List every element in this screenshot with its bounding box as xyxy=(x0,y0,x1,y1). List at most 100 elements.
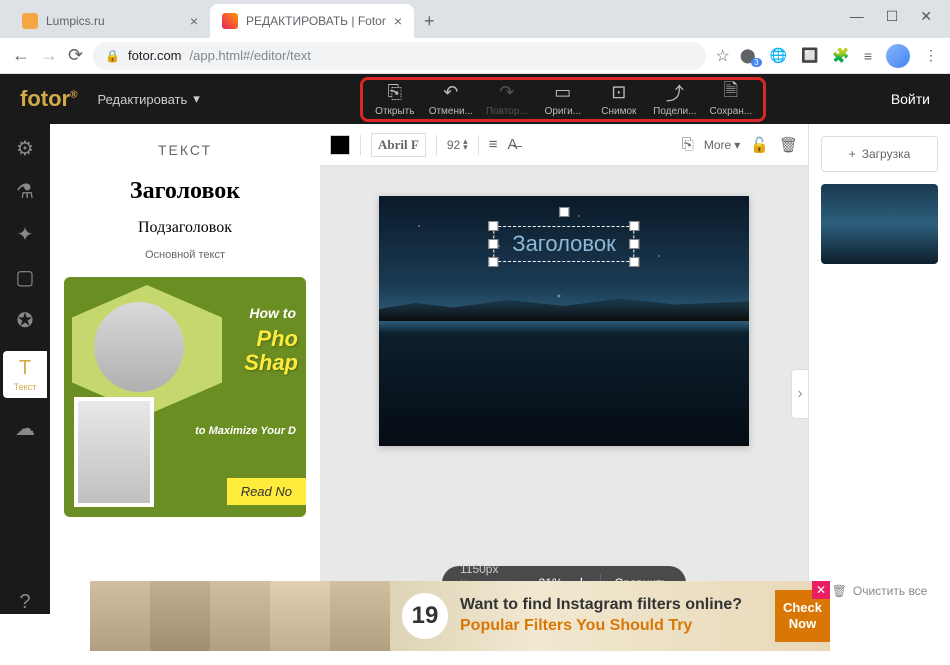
app-topbar: fotor® Редактировать▾ ⎘Открыть ↶Отмени..… xyxy=(0,74,950,124)
open-button[interactable]: ⎘Открыть xyxy=(367,82,423,117)
text-element[interactable]: Заголовок xyxy=(493,226,634,262)
login-button[interactable]: Войти xyxy=(891,91,930,107)
redo-icon: ↷ xyxy=(499,82,514,104)
context-toolbar: Abril F 92▴▾ ≡ A̶ ⎘ More▾ 🔓 🗑 xyxy=(320,124,808,166)
sidebar-help[interactable]: ? xyxy=(19,591,30,614)
browser-tabs: Lumpics.ru × РЕДАКТИРОВАТЬ | Fotor × + xyxy=(0,0,950,38)
resize-handle[interactable] xyxy=(630,221,640,231)
minimize-button[interactable]: — xyxy=(850,8,864,25)
edit-dropdown[interactable]: Редактировать▾ xyxy=(97,91,199,107)
tab-lumpics[interactable]: Lumpics.ru × xyxy=(10,4,210,38)
add-body-text-button[interactable]: Основной текст xyxy=(64,249,306,261)
url-input[interactable]: 🔒 fotor.com/app.html#/editor/text xyxy=(93,42,705,70)
open-icon: ⎘ xyxy=(388,82,402,104)
close-icon[interactable]: × xyxy=(190,13,198,29)
snapshot-icon: ⊡ xyxy=(611,82,626,104)
ad-text: Want to find Instagram filters online? P… xyxy=(460,595,775,637)
plus-icon: + xyxy=(849,147,856,161)
chevron-down-icon: ▾ xyxy=(193,91,200,107)
image-thumbnail[interactable] xyxy=(821,184,938,264)
sidebar-adjust[interactable]: ⚙ xyxy=(16,136,34,161)
expand-panel-button[interactable]: › xyxy=(791,369,809,419)
rotate-handle[interactable] xyxy=(559,207,569,217)
text-color-swatch[interactable] xyxy=(330,135,350,155)
canvas-area: Abril F 92▴▾ ≡ A̶ ⎘ More▾ 🔓 🗑 Заголовок xyxy=(320,124,808,614)
sidebar-stickers[interactable]: ✪ xyxy=(17,308,34,333)
sidebar-frames[interactable]: ▢ xyxy=(16,265,35,290)
text-template-promo[interactable]: How to PhoShap to Maximize Your D Read N… xyxy=(64,277,306,517)
ext-icon-3[interactable]: 🔲 xyxy=(801,47,818,64)
promo-image xyxy=(94,302,184,392)
menu-icon[interactable]: ⋮ xyxy=(924,47,938,64)
new-tab-button[interactable]: + xyxy=(414,11,445,32)
window-controls: — ☐ ✕ xyxy=(832,0,950,33)
snapshot-button[interactable]: ⊡Снимок xyxy=(591,82,647,117)
share-icon: ⤴ xyxy=(666,82,684,104)
original-button[interactable]: ▭Ориги... xyxy=(535,82,591,117)
extension-icons: ⬤3 🌐 🔲 🧩 ≡ ⋮ xyxy=(740,44,938,68)
sidebar-effects[interactable]: ⚗ xyxy=(16,179,34,204)
font-size-stepper[interactable]: 92▴▾ xyxy=(447,138,468,152)
canvas-viewport[interactable]: Заголовок xyxy=(320,166,808,614)
copy-icon[interactable]: ⎘ xyxy=(682,136,694,153)
resize-handle[interactable] xyxy=(488,257,498,267)
ext-icon-5[interactable]: ≡ xyxy=(864,48,872,64)
bookmark-star-icon[interactable]: ☆ xyxy=(716,46,730,66)
extensions-icon[interactable]: 🧩 xyxy=(832,47,849,64)
maximize-button[interactable]: ☐ xyxy=(886,8,899,25)
tab-fotor[interactable]: РЕДАКТИРОВАТЬ | Fotor × xyxy=(210,4,414,38)
share-button[interactable]: ⤴Подели... xyxy=(647,82,703,117)
promo-text: to Maximize Your D xyxy=(195,425,296,437)
ad-number: 19 xyxy=(402,593,448,639)
sidebar-beauty[interactable]: ✦ xyxy=(17,222,34,247)
ad-close-button[interactable]: ✕ xyxy=(812,581,830,599)
clear-all-button[interactable]: 🗑Очистить все xyxy=(821,584,938,602)
favicon-icon xyxy=(22,13,38,29)
save-button[interactable]: 🗎Сохран... xyxy=(703,82,759,117)
undo-button[interactable]: ↶Отмени... xyxy=(423,82,479,117)
address-bar: ← → ⟳ 🔒 fotor.com/app.html#/editor/text … xyxy=(0,38,950,74)
file-toolbar: ⎘Открыть ↶Отмени... ↷Повтор... ▭Ориги...… xyxy=(360,77,766,122)
add-heading-button[interactable]: Заголовок xyxy=(64,178,306,205)
back-button[interactable]: ← xyxy=(12,45,30,66)
ext-icon-2[interactable]: 🌐 xyxy=(770,47,787,64)
ad-banner[interactable]: 19 Want to find Instagram filters online… xyxy=(90,581,830,651)
more-button[interactable]: More▾ xyxy=(704,138,740,152)
redo-button[interactable]: ↷Повтор... xyxy=(479,82,535,117)
reload-button[interactable]: ⟳ xyxy=(68,45,83,66)
promo-read-button[interactable]: Read No xyxy=(227,478,306,505)
close-icon[interactable]: × xyxy=(394,13,402,29)
close-window-button[interactable]: ✕ xyxy=(920,8,932,25)
delete-icon[interactable]: 🗑 xyxy=(779,136,798,154)
resize-handle[interactable] xyxy=(630,257,640,267)
align-icon[interactable]: ≡ xyxy=(489,136,498,153)
panel-title: ТЕКСТ xyxy=(64,142,306,158)
promo-image-2 xyxy=(74,397,154,507)
profile-avatar[interactable] xyxy=(886,44,910,68)
text-style-icon[interactable]: A̶ xyxy=(507,136,517,153)
save-icon: 🗎 xyxy=(724,82,738,104)
ext-icon-1[interactable]: ⬤3 xyxy=(740,47,756,64)
ad-images xyxy=(90,581,390,651)
url-path: /app.html#/editor/text xyxy=(190,48,311,63)
tab-title: Lumpics.ru xyxy=(46,14,182,28)
sidebar-text[interactable]: TТекст xyxy=(3,351,47,398)
left-sidebar: ⚙ ⚗ ✦ ▢ ✪ TТекст ☁ ? xyxy=(0,124,50,614)
sidebar-cloud[interactable]: ☁ xyxy=(15,416,35,441)
upload-button[interactable]: +Загрузка xyxy=(821,136,938,172)
canvas-image[interactable]: Заголовок xyxy=(379,196,749,446)
tab-title: РЕДАКТИРОВАТЬ | Fotor xyxy=(246,14,386,28)
favicon-icon xyxy=(222,13,238,29)
forward-button[interactable]: → xyxy=(40,45,58,66)
add-subheading-button[interactable]: Подзаголовок xyxy=(64,219,306,237)
resize-handle[interactable] xyxy=(488,239,498,249)
main-area: ⚙ ⚗ ✦ ▢ ✪ TТекст ☁ ? ТЕКСТ Заголовок Под… xyxy=(0,124,950,614)
fotor-logo[interactable]: fotor® xyxy=(20,86,77,112)
resize-handle[interactable] xyxy=(630,239,640,249)
text-panel: ТЕКСТ Заголовок Подзаголовок Основной те… xyxy=(50,124,320,614)
promo-text: PhoShap xyxy=(244,327,298,375)
lock-icon[interactable]: 🔓 xyxy=(750,136,769,154)
resize-handle[interactable] xyxy=(488,221,498,231)
font-selector[interactable]: Abril F xyxy=(371,133,426,157)
right-panel: +Загрузка 🗑Очистить все xyxy=(808,124,950,614)
